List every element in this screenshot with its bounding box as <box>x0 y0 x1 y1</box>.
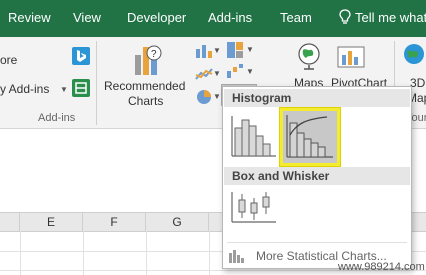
ribbon-tab-bar: Review View Developer Add-ins Team Tell … <box>0 0 426 37</box>
column-header-f[interactable]: F <box>83 213 146 231</box>
tab-team[interactable]: Team <box>280 10 312 25</box>
tab-addins[interactable]: Add-ins <box>208 10 252 25</box>
my-addins-button[interactable]: y Add-ins <box>0 82 49 96</box>
globe-icon[interactable] <box>296 41 322 71</box>
chevron-down-icon[interactable]: ▼ <box>213 46 221 55</box>
column-header-e[interactable]: E <box>20 213 83 231</box>
tab-developer[interactable]: Developer <box>127 10 186 25</box>
box-whisker-chart-icon <box>231 192 276 223</box>
statistic-chart-small-icon <box>229 250 244 263</box>
watermark: www.989214.com <box>338 261 425 273</box>
column-header[interactable] <box>0 213 20 231</box>
chevron-down-icon[interactable]: ▼ <box>213 92 221 101</box>
histogram-chart-option[interactable] <box>228 110 280 162</box>
bing-icon[interactable] <box>72 47 90 65</box>
chevron-down-icon[interactable]: ▼ <box>246 45 254 54</box>
box-whisker-chart-option[interactable] <box>228 188 280 228</box>
people-graph-icon[interactable] <box>72 79 90 97</box>
grid-line <box>20 231 21 275</box>
box-whisker-section-header: Box and Whisker <box>224 167 410 185</box>
line-chart-icon[interactable] <box>195 66 213 82</box>
menu-divider <box>227 242 407 243</box>
3d-map-icon[interactable] <box>402 41 426 71</box>
hierarchy-chart-icon[interactable] <box>226 41 244 59</box>
column-chart-icon[interactable] <box>195 43 213 59</box>
tell-me-search[interactable]: Tell me what <box>355 10 426 25</box>
waterfall-chart-icon[interactable] <box>226 63 244 79</box>
tab-view[interactable]: View <box>73 10 101 25</box>
grid-line <box>146 231 147 275</box>
lightbulb-icon[interactable] <box>339 9 351 25</box>
column-header-g[interactable]: G <box>146 213 209 231</box>
pivotchart-icon[interactable] <box>336 41 366 71</box>
excel-window: Review View Developer Add-ins Team Tell … <box>0 0 426 275</box>
chevron-down-icon[interactable]: ▼ <box>60 85 68 94</box>
grid-line <box>83 231 84 275</box>
histogram-chart-icon <box>231 116 276 157</box>
group-divider <box>96 41 97 125</box>
recommended-charts-label-2[interactable]: Charts <box>128 94 163 108</box>
svg-text:?: ? <box>151 49 157 60</box>
recommended-charts-label[interactable]: Recommended <box>104 79 185 93</box>
statistic-chart-dropdown: Histogram Box and Whisker More Statistic… <box>222 86 412 269</box>
tab-review[interactable]: Review <box>8 10 51 25</box>
histogram-section-header: Histogram <box>224 89 410 107</box>
pareto-chart-option[interactable] <box>279 107 341 167</box>
pareto-chart-icon <box>286 115 333 158</box>
pie-chart-icon[interactable] <box>195 89 213 105</box>
grid-line <box>209 231 210 275</box>
3d-map-label[interactable]: 3D <box>410 76 425 90</box>
store-button[interactable]: ore <box>0 53 17 67</box>
recommended-charts-icon[interactable]: ? <box>133 43 163 77</box>
chevron-down-icon[interactable]: ▼ <box>213 69 221 78</box>
addins-group-label: Add-ins <box>38 112 76 124</box>
chevron-down-icon[interactable]: ▼ <box>246 67 254 76</box>
